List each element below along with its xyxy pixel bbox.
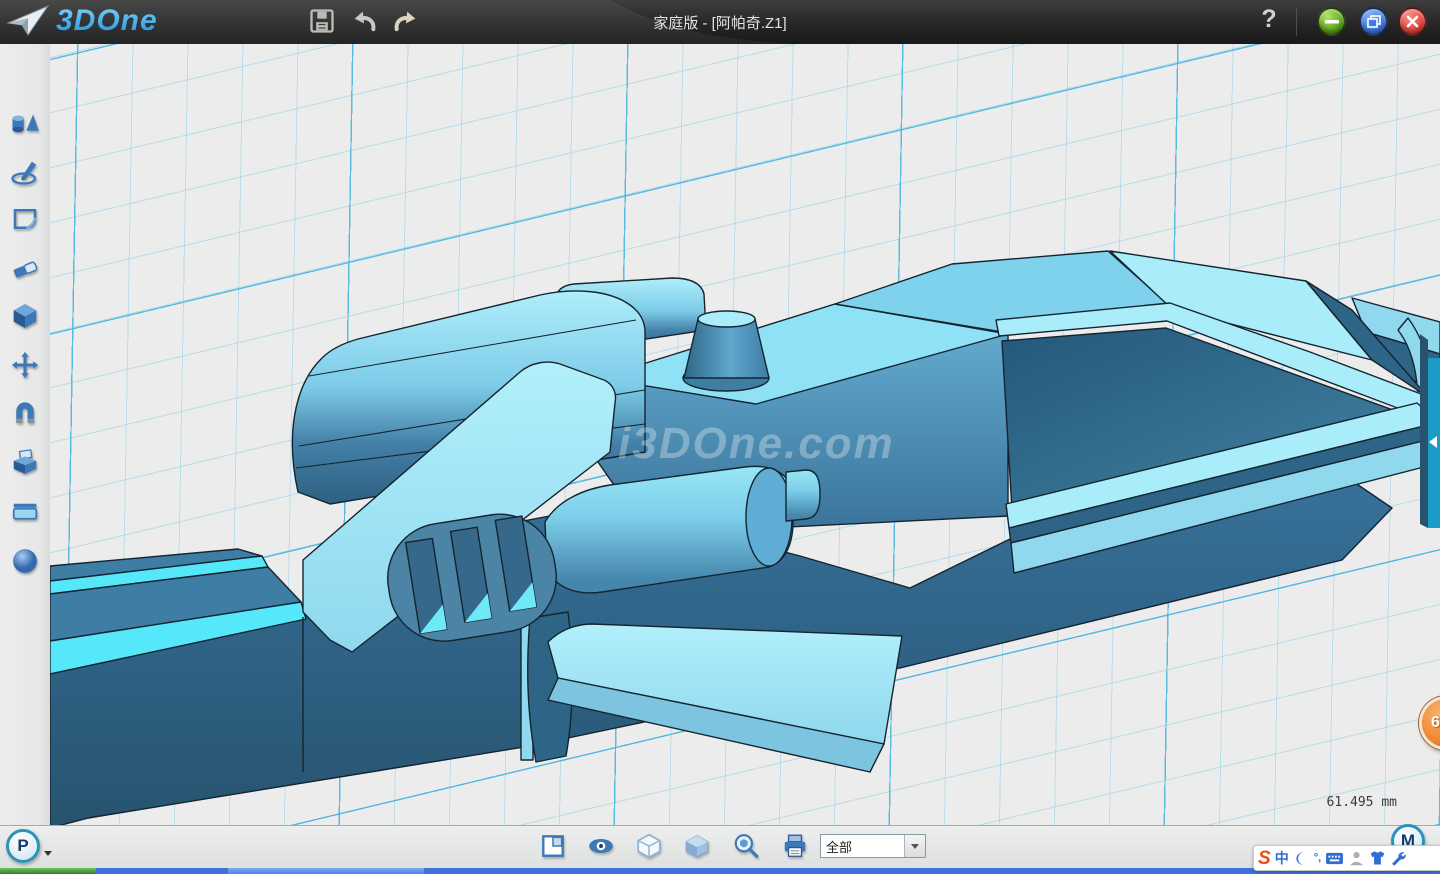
shaded-cube-icon	[683, 832, 711, 860]
visibility-button[interactable]	[587, 832, 615, 860]
redo-icon	[392, 7, 420, 35]
view-corner-button[interactable]	[539, 832, 567, 860]
ime-language-toggle[interactable]: 中	[1275, 848, 1289, 868]
restore-icon	[1367, 15, 1381, 28]
close-button[interactable]	[1398, 7, 1427, 36]
keyboard-icon[interactable]	[1325, 851, 1344, 866]
left-tool-sidebar	[0, 44, 51, 825]
toolbox-wrench-icon[interactable]	[1390, 850, 1407, 867]
sidebar-item-primitives[interactable]	[10, 107, 40, 137]
taskbar-start-segment[interactable]	[0, 868, 96, 874]
sketch-pen-icon	[10, 156, 40, 186]
cube-icon	[10, 301, 40, 331]
help-button[interactable]: ?	[1256, 5, 1282, 34]
sphere-icon	[10, 546, 40, 576]
ime-toolbar: S 中 °,	[1253, 845, 1440, 871]
save-icon	[308, 7, 336, 35]
window-title: 家庭版 - [阿帕奇.Z1]	[653, 12, 786, 33]
sidebar-item-assembly[interactable]	[10, 447, 40, 477]
wireframe-cube-icon	[635, 832, 663, 860]
minimize-button[interactable]	[1317, 7, 1346, 36]
ime-punctuation-toggle[interactable]: °,	[1314, 852, 1321, 864]
magnifier-icon	[732, 832, 760, 860]
display-filter-select[interactable]: 全部	[820, 834, 926, 858]
view-corner-icon	[539, 832, 567, 860]
3done-app-window: 3DOne 家庭版 - [阿帕奇.Z1] ?	[0, 0, 1440, 874]
shaded-display-button[interactable]	[683, 832, 711, 860]
restore-button[interactable]	[1359, 7, 1388, 36]
magnet-icon	[10, 398, 40, 428]
user-icon[interactable]	[1348, 850, 1365, 867]
zoom-find-button[interactable]	[732, 832, 760, 860]
sidebar-item-eraser[interactable]	[10, 253, 40, 283]
open-box-icon	[10, 447, 40, 477]
save-button[interactable]	[308, 7, 336, 35]
dimension-readout: 61.495 mm	[1257, 795, 1397, 810]
model-3d-apache[interactable]: i3DOne.com	[50, 44, 1440, 825]
taskbar-app-segment[interactable]	[228, 868, 424, 874]
display-filter-value: 全部	[821, 837, 904, 856]
plane-mode-button[interactable]: P	[6, 829, 40, 863]
tray-icon	[10, 495, 40, 525]
eye-icon	[587, 832, 615, 860]
sidebar-item-tray[interactable]	[10, 495, 40, 525]
titlebar: 3DOne 家庭版 - [阿帕奇.Z1] ?	[0, 0, 1440, 45]
collapse-panel-tab[interactable]	[1428, 358, 1440, 528]
app-logo: 3DOne	[6, 3, 158, 39]
print-button[interactable]	[781, 832, 809, 860]
undo-button[interactable]	[350, 7, 378, 35]
moon-icon[interactable]	[1293, 850, 1310, 867]
sidebar-item-magnet[interactable]	[10, 398, 40, 428]
redo-button[interactable]	[392, 7, 420, 35]
printer-icon	[781, 832, 809, 860]
plane-mode-caret[interactable]	[44, 851, 52, 856]
chevron-down-icon	[911, 844, 919, 849]
eraser-icon	[10, 253, 40, 283]
watermark: i3DOne.com	[618, 419, 895, 468]
bottom-toolbar: 全部	[0, 825, 1440, 869]
move-arrows-icon	[10, 350, 40, 380]
ime-brand-logo[interactable]: S	[1258, 849, 1271, 868]
skin-tshirt-icon[interactable]	[1369, 850, 1386, 867]
wireframe-display-button[interactable]	[635, 832, 663, 860]
paper-plane-icon	[6, 3, 50, 39]
chevron-left-icon	[1429, 436, 1437, 448]
close-icon	[1406, 15, 1419, 28]
minimize-icon	[1325, 20, 1339, 24]
primitives-icon	[10, 107, 40, 137]
undo-icon	[350, 7, 378, 35]
combo-arrow-button[interactable]	[904, 835, 925, 857]
titlebar-separator	[1296, 8, 1297, 36]
os-taskbar-edge	[0, 868, 1440, 874]
sidebar-item-sketch[interactable]	[10, 156, 40, 186]
sidebar-item-surface[interactable]	[10, 204, 40, 234]
model-geometry	[50, 251, 1440, 825]
viewport-canvas[interactable]: i3DOne.com 61.495 mm 61	[50, 44, 1440, 825]
surface-icon	[10, 204, 40, 234]
sidebar-item-feature-cube[interactable]	[10, 301, 40, 331]
sidebar-item-material-sphere[interactable]	[10, 546, 40, 576]
sidebar-item-move[interactable]	[10, 350, 40, 380]
logo-text: 3DOne	[56, 4, 158, 38]
